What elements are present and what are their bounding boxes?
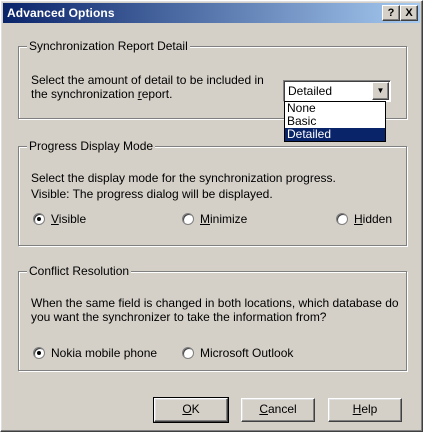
report-detail-dropdown: None Basic Detailed	[284, 101, 386, 142]
conflict-desc-line1: When the same field is changed in both l…	[31, 296, 399, 310]
advanced-options-dialog: Advanced Options ? X Synchronization Rep…	[0, 0, 423, 432]
radio-hidden[interactable]: Hidden	[336, 212, 392, 226]
radio-visible[interactable]: Visible	[33, 212, 86, 226]
radio-hidden-label: Hidden	[354, 212, 393, 226]
radio-nokia-phone[interactable]: Nokia mobile phone	[33, 346, 157, 360]
report-detail-value: Detailed	[288, 84, 333, 98]
progress-desc-line2: Visible: The progress dialog will be dis…	[31, 187, 273, 201]
sync-report-desc-line1: Select the amount of detail to be includ…	[31, 73, 264, 87]
help-button[interactable]: Help	[328, 398, 402, 422]
help-icon[interactable]: ?	[382, 5, 400, 21]
radio-outlook[interactable]: Microsoft Outlook	[182, 346, 293, 360]
radio-visible-indicator[interactable]	[33, 213, 45, 225]
radio-minimize-label: Minimize	[200, 212, 248, 226]
cancel-button[interactable]: Cancel	[241, 398, 315, 422]
close-icon[interactable]: X	[400, 5, 418, 21]
chevron-down-icon[interactable]: ▼	[372, 82, 389, 100]
radio-outlook-indicator[interactable]	[182, 347, 194, 359]
progress-mode-legend: Progress Display Mode	[27, 139, 156, 153]
sync-report-desc-line2: the synchronization report.	[31, 87, 173, 101]
dialog-title: Advanced Options	[7, 6, 115, 20]
progress-desc-line1: Select the display mode for the synchron…	[31, 171, 336, 185]
radio-minimize[interactable]: Minimize	[182, 212, 247, 226]
radio-outlook-label: Microsoft Outlook	[200, 346, 294, 360]
ok-button[interactable]: OK	[153, 397, 229, 423]
conflict-desc-line2: you want the synchronizer to take the in…	[31, 310, 327, 324]
conflict-legend: Conflict Resolution	[27, 264, 132, 278]
radio-nokia-label: Nokia mobile phone	[51, 346, 158, 360]
radio-nokia-indicator[interactable]	[33, 347, 45, 359]
sync-report-legend: Synchronization Report Detail	[27, 39, 190, 53]
option-detailed[interactable]: Detailed	[285, 128, 385, 141]
radio-minimize-indicator[interactable]	[182, 213, 194, 225]
report-detail-select[interactable]: Detailed ▼	[283, 80, 391, 102]
title-bar: Advanced Options ? X	[3, 3, 420, 23]
radio-hidden-indicator[interactable]	[336, 213, 348, 225]
radio-visible-label: Visible	[51, 212, 87, 226]
